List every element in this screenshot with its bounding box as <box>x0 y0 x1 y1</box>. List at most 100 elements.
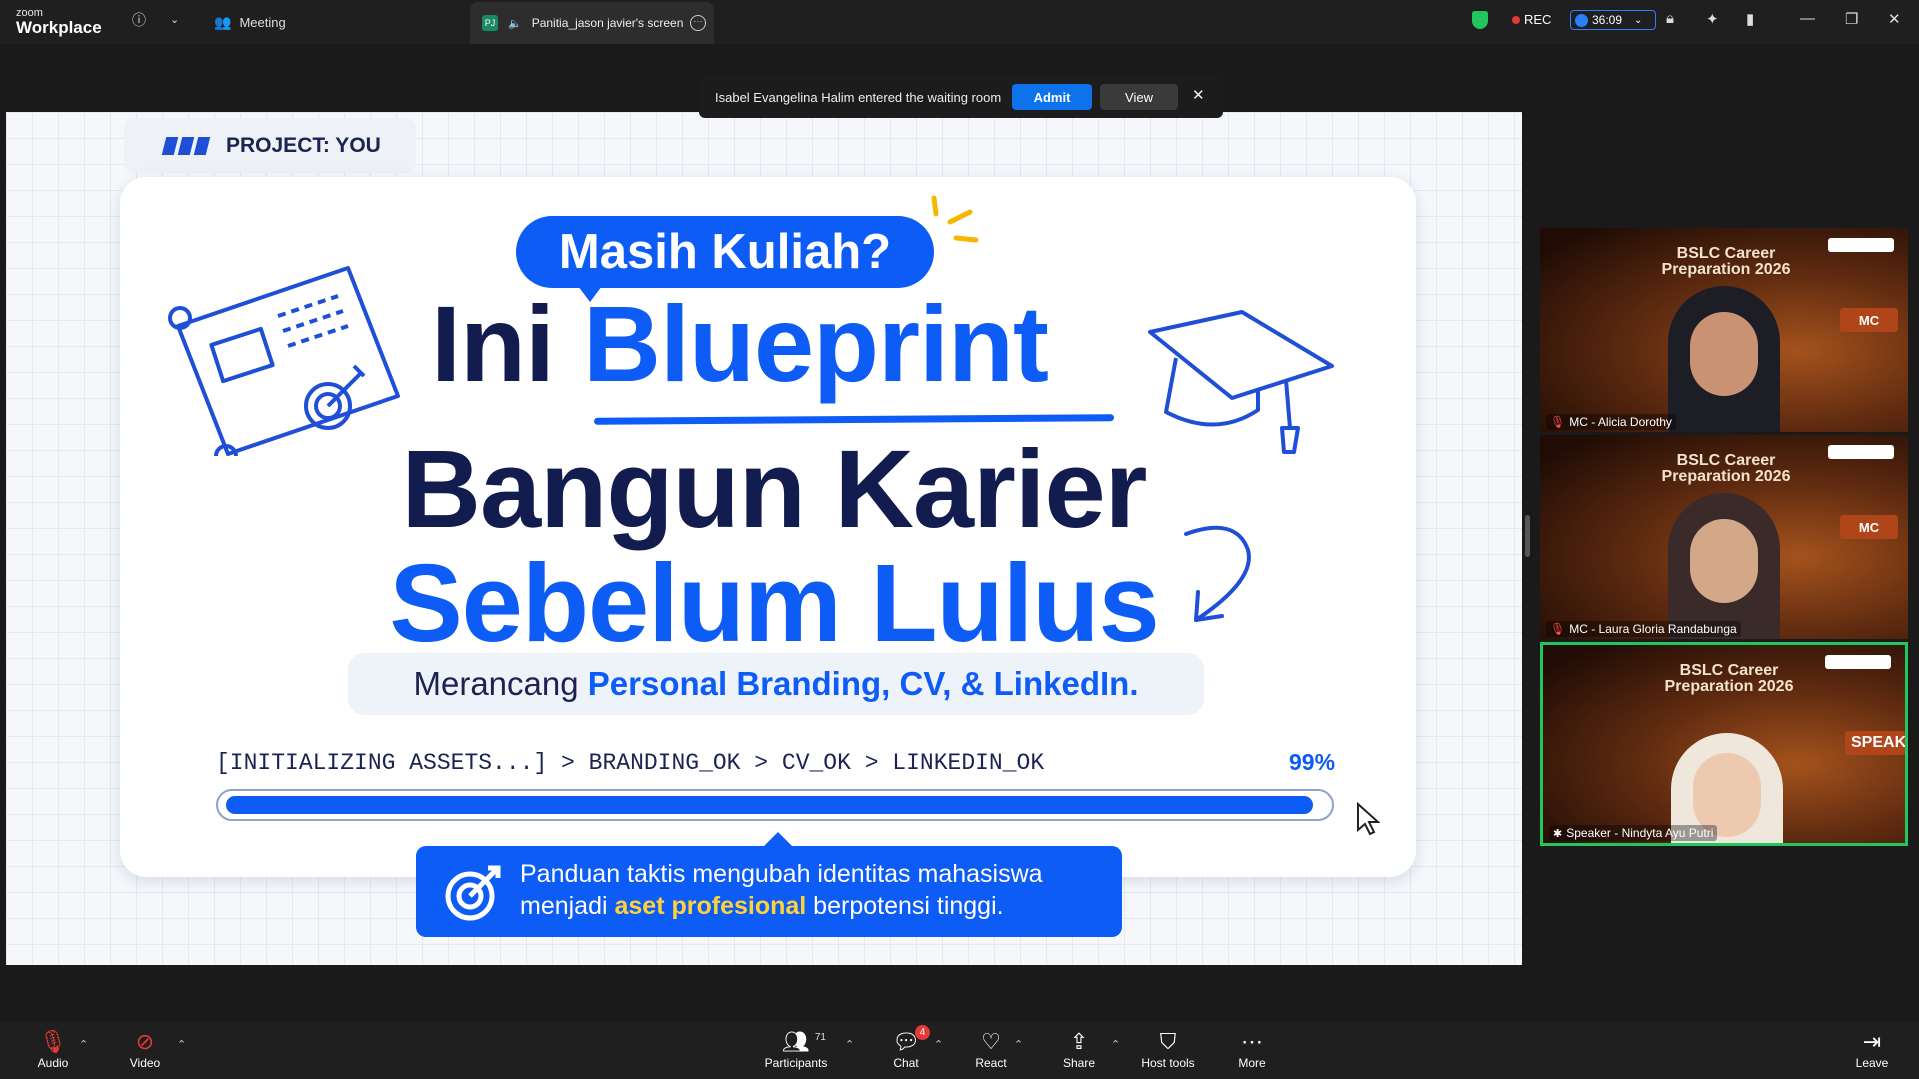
participants-button[interactable]: 👥︎ 71 Participants <box>760 1022 832 1079</box>
target-icon <box>445 865 501 921</box>
lock-icon[interactable]: 🔒︎ <box>1666 10 1674 27</box>
view-button[interactable]: View <box>1100 84 1178 110</box>
progress-fill <box>226 796 1314 814</box>
chevron-up-icon[interactable]: ⌃ <box>1111 1038 1120 1051</box>
callout-line2: menjadi aset profesional berpotensi ting… <box>520 890 1122 922</box>
zoom-logo: zoom Workplace <box>16 8 102 37</box>
status-line: [INITIALIZING ASSETS...] > BRANDING_OK >… <box>216 750 1045 776</box>
audio-button[interactable]: 🎙︎ Audio <box>34 1022 72 1079</box>
host-shield-icon: ⛉ <box>1159 1029 1177 1054</box>
shield-icon[interactable] <box>1472 11 1488 29</box>
leave-button[interactable]: ⇥ Leave <box>1854 1022 1890 1079</box>
callout-2a: menjadi <box>520 892 615 920</box>
participant-name: Speaker - Nindyta Ayu Putri <box>1566 826 1714 840</box>
tab-screen-label: Panitia_jason javier's screen <box>531 16 684 30</box>
mic-off-icon: 🎙︎ <box>1550 415 1566 429</box>
progress-bar <box>216 789 1334 821</box>
subtitle-b: Personal Branding, CV, & LinkedIn. <box>587 665 1139 702</box>
tab-shared-screen[interactable]: PJ 🔈 Panitia_jason javier's screen ··· <box>470 2 714 44</box>
meeting-toolbar: 🎙︎ Audio ⌃ ⊘ Video ⌃ 👥︎ 71 Participants ⌃… <box>0 1022 1919 1079</box>
exit-icon[interactable]: ▮ <box>1746 10 1754 28</box>
spark-icon <box>931 195 979 243</box>
close-icon[interactable]: ✕ <box>1888 10 1901 28</box>
cursor-icon <box>1357 802 1380 836</box>
participant-face <box>1690 312 1758 396</box>
video-off-icon: ⊘ <box>135 1029 155 1054</box>
participant-name-tag: 🎙︎ MC - Alicia Dorothy <box>1546 414 1676 430</box>
host-tools-button[interactable]: ⛉ Host tools <box>1138 1022 1198 1079</box>
mic-off-icon: 🎙︎ <box>39 1029 67 1054</box>
chat-badge: 4 <box>914 1025 930 1040</box>
participant-face <box>1690 519 1758 603</box>
waiting-room-notification: Isabel Evangelina Halim entered the wait… <box>699 76 1223 118</box>
share-button[interactable]: ⇪ Share <box>1060 1022 1098 1079</box>
participant-name-tag: ✱ Speaker - Nindyta Ayu Putri <box>1549 825 1718 841</box>
audio-label: Audio <box>37 1056 69 1070</box>
video-label: Video <box>129 1056 161 1070</box>
tile-title: BSLC Career Preparation 2026 <box>1661 245 1791 278</box>
chat-button[interactable]: 💬︎ 4 Chat <box>888 1022 930 1079</box>
mic-off-icon: 🎙︎ <box>1550 622 1566 636</box>
more-icon: ⋯ <box>1241 1029 1263 1054</box>
avatar: PJ <box>482 15 498 31</box>
record-indicator[interactable]: REC <box>1512 12 1551 27</box>
project-label: PROJECT: YOU <box>226 133 381 157</box>
callout-2c: berpotensi tinggi. <box>806 892 1004 920</box>
participants-label: Participants <box>764 1056 828 1070</box>
share-icon: ⇪ <box>1069 1029 1089 1054</box>
chevron-up-icon[interactable]: ⌃ <box>1014 1038 1023 1051</box>
video-tile[interactable]: BSLC Career Preparation 2026 MC 🎙︎ MC - … <box>1540 228 1908 432</box>
tile-title: BSLC Career Preparation 2026 <box>1664 662 1794 695</box>
role-badge: SPEAKE <box>1845 731 1905 755</box>
react-label: React <box>975 1056 1007 1070</box>
notification-message: Isabel Evangelina Halim entered the wait… <box>715 89 1002 105</box>
meeting-timer[interactable]: 36:09 ⌄ <box>1570 10 1656 30</box>
more-icon[interactable]: ··· <box>690 15 706 31</box>
info-icon[interactable]: ⓘ <box>132 10 146 30</box>
more-button[interactable]: ⋯ More <box>1234 1022 1270 1079</box>
logo-big: Workplace <box>16 18 102 37</box>
video-tile[interactable]: BSLC Career Preparation 2026 MC 🎙︎ MC - … <box>1540 435 1908 639</box>
chevron-up-icon[interactable]: ⌃ <box>845 1038 854 1051</box>
heart-icon: ♡ <box>981 1029 1001 1054</box>
participant-name: MC - Alicia Dorothy <box>1569 415 1672 429</box>
callout-2b: aset profesional <box>614 892 807 920</box>
restore-icon[interactable]: ❐ <box>1845 10 1858 28</box>
bubble-headline: Masih Kuliah? <box>516 216 934 302</box>
leave-icon: ⇥ <box>1862 1029 1882 1054</box>
clock-icon <box>1575 13 1588 27</box>
chat-label: Chat <box>893 1056 919 1070</box>
role-badge: MC <box>1840 308 1898 332</box>
project-tab: PROJECT: YOU <box>124 118 416 173</box>
chevron-down-icon[interactable]: ⌄ <box>170 13 179 26</box>
headline-line2: Bangun Karier <box>401 428 1148 551</box>
react-button[interactable]: ♡ React <box>973 1022 1009 1079</box>
minimize-icon[interactable]: — <box>1800 10 1815 27</box>
chat-icon: 💬︎ 4 <box>892 1025 930 1053</box>
chevron-up-icon[interactable]: ⌃ <box>177 1038 186 1051</box>
participant-name: MC - Laura Gloria Randabunga <box>1569 622 1737 636</box>
subtitle-pill: Merancang Personal Branding, CV, & Linke… <box>348 653 1204 715</box>
headline-line1-a: Ini <box>431 283 583 404</box>
sparkle-icon[interactable]: ✦ <box>1706 10 1719 28</box>
headline-line1: Ini Blueprint <box>431 290 1131 398</box>
admit-button[interactable]: Admit <box>1012 84 1092 110</box>
callout-line1: Panduan taktis mengubah identitas mahasi… <box>520 860 1043 888</box>
shared-screen: PROJECT: YOU Masih Kuliah? Ini Blueprint… <box>6 112 1522 965</box>
video-tile-active-speaker[interactable]: BSLC Career Preparation 2026 SPEAKE ✱ Sp… <box>1540 642 1908 846</box>
more-label: More <box>1238 1056 1266 1070</box>
chevron-up-icon[interactable]: ⌃ <box>934 1038 943 1051</box>
host-tools-label: Host tools <box>1141 1056 1195 1070</box>
video-button[interactable]: ⊘ Video <box>126 1022 164 1079</box>
blueprint-scroll-icon <box>168 266 400 456</box>
speaker-icon: 🔈 <box>508 17 522 30</box>
chevron-up-icon[interactable]: ⌃ <box>79 1038 88 1051</box>
tab-meeting[interactable]: 👥 Meeting <box>214 0 286 44</box>
progress-percent: 99% <box>1289 749 1336 775</box>
timer-value: 36:09 <box>1592 13 1623 27</box>
participant-name-tag: 🎙︎ MC - Laura Gloria Randabunga <box>1546 621 1741 637</box>
role-badge: MC <box>1840 515 1898 539</box>
close-icon[interactable]: ✕ <box>1192 86 1205 104</box>
participants-icon: 👥︎ 71 <box>782 1029 826 1054</box>
gallery-resize-handle[interactable] <box>1525 515 1530 557</box>
